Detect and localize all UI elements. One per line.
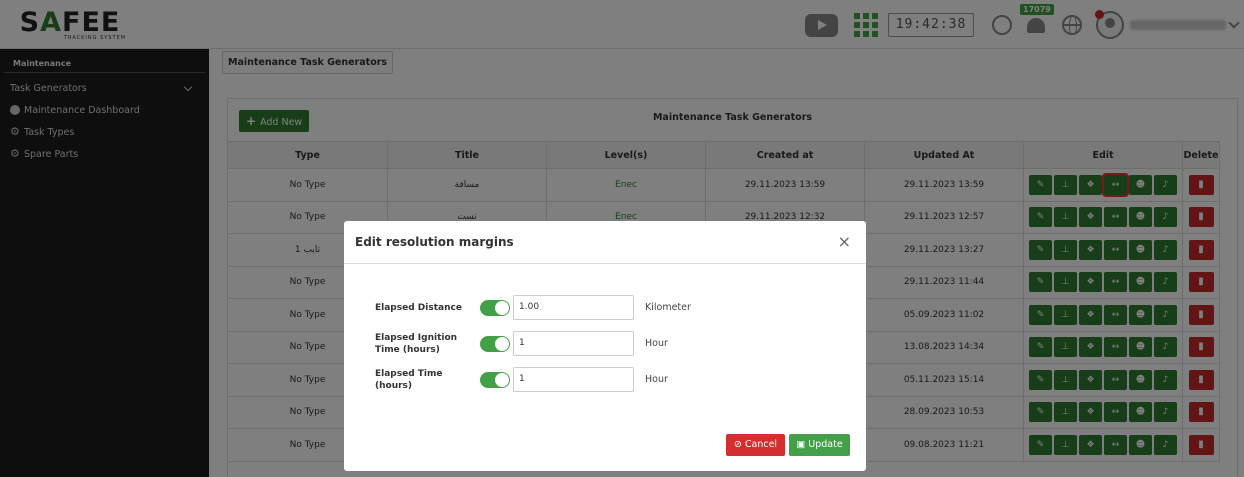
modal-header: Edit resolution margins × xyxy=(344,221,866,264)
field-label: Elapsed Distance xyxy=(375,302,462,313)
modal-title: Edit resolution margins xyxy=(355,235,514,249)
edit-resolution-modal: Edit resolution margins × Elapsed Distan… xyxy=(344,221,866,471)
elapsed-ignition-toggle[interactable] xyxy=(480,335,510,352)
elapsed-time-input[interactable]: 1 xyxy=(513,367,634,392)
cancel-button[interactable]: ⊘ Cancel xyxy=(726,434,785,456)
field-elapsed-distance: Elapsed Distance 1.00 Kilometer xyxy=(375,295,691,320)
field-elapsed-ignition-time: Elapsed Ignition Time (hours) 1 Hour xyxy=(375,331,668,356)
field-unit: Hour xyxy=(645,338,668,349)
elapsed-ignition-input[interactable]: 1 xyxy=(513,331,634,356)
update-label: Update xyxy=(808,439,843,450)
elapsed-distance-toggle[interactable] xyxy=(480,299,510,316)
field-unit: Hour xyxy=(645,374,668,385)
field-label: Elapsed Time (hours) xyxy=(375,368,443,391)
field-unit: Kilometer xyxy=(645,302,691,313)
elapsed-time-toggle[interactable] xyxy=(480,371,510,388)
field-label: Elapsed Ignition Time (hours) xyxy=(375,332,458,355)
cancel-label: Cancel xyxy=(744,439,778,450)
close-icon[interactable]: × xyxy=(838,232,851,251)
elapsed-distance-input[interactable]: 1.00 xyxy=(513,295,634,320)
update-button[interactable]: ▣ Update xyxy=(789,434,850,456)
field-elapsed-time: Elapsed Time (hours) 1 Hour xyxy=(375,367,668,392)
